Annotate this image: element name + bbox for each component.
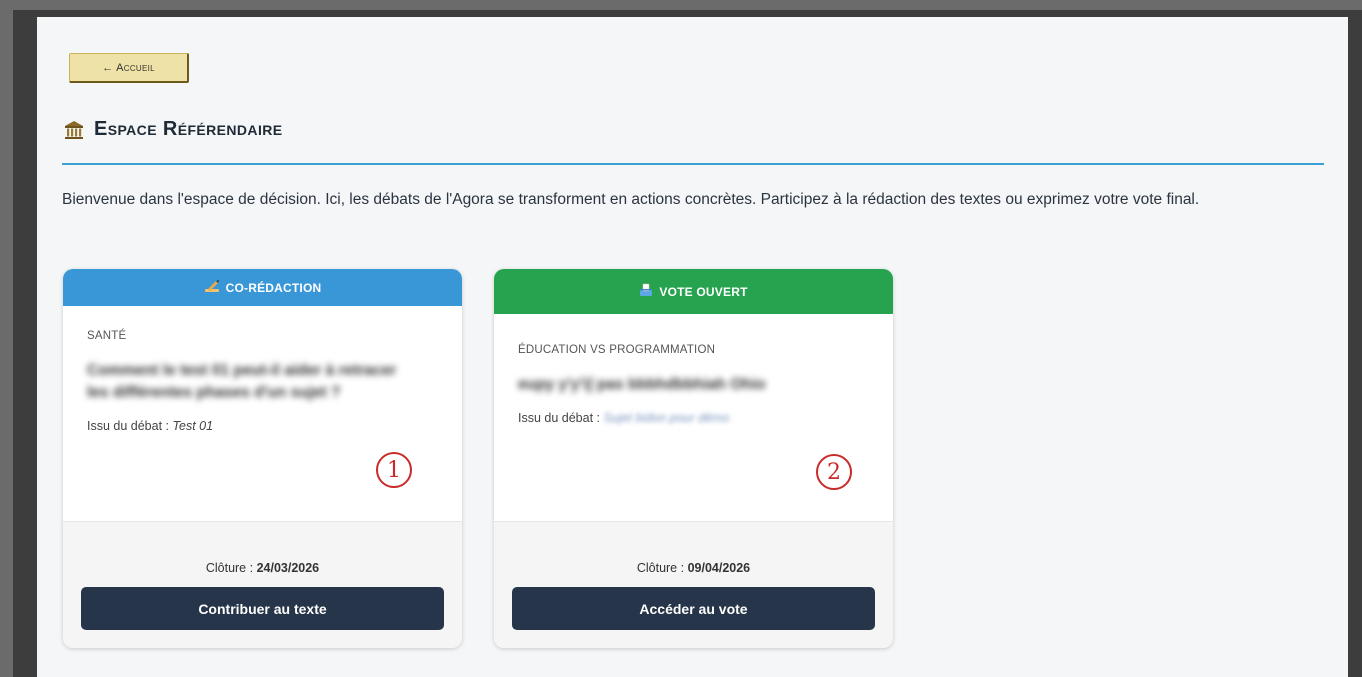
closing-date-value: 24/03/2026 [256,561,320,575]
intro-text: Bienvenue dans l'espace de décision. Ici… [62,191,1200,208]
card-category: ÉDUCATION VS PROGRAMMATION [518,344,716,356]
card-body: SANTÉ Comment le test 01 peut-il aider à… [63,306,462,521]
referendum-card: CO-RÉDACTION SANTÉ Comment le test 01 pe… [63,269,462,648]
classical-building-icon [64,120,84,140]
writing-hand-icon [204,279,220,296]
origin-debate-name: Sujet bidon pour démo [603,411,730,425]
card-status-label: CO-RÉDACTION [225,280,322,295]
closing-label: Clôture : [636,561,685,575]
closing-date: Clôture : 09/04/2026 [494,561,893,575]
card-footer: Clôture : 09/04/2026 Accéder au vote [494,521,893,648]
card-origin: Issu du débat : Test 01 [87,419,438,433]
origin-debate-name: Test 01 [172,419,214,433]
title-divider [62,163,1324,165]
number-badge: 2 [816,454,852,490]
card-status-label: VOTE OUVERT [659,284,748,299]
card-footer: Clôture : 24/03/2026 Contribuer au texte [63,521,462,648]
card-subject: Comment le test 01 peut-il aider à retra… [87,362,397,401]
card-subject: eupy y'y'iʃ pas bbbhdbbhiah Ohio [518,376,766,393]
card-origin: Issu du débat : Sujet bidon pour démo [518,411,869,425]
vote-button[interactable]: Accéder au vote [512,587,875,630]
closing-label: Clôture : [205,561,254,575]
page-content: ← Accueil Espace Référendaire Bienvenue … [37,17,1348,677]
page-title-row: Espace Référendaire [64,118,282,141]
origin-label: Issu du débat : [87,419,170,433]
page-title: Espace Référendaire [94,118,283,140]
card-status-header: CO-RÉDACTION [63,269,462,306]
contribute-button[interactable]: Contribuer au texte [81,587,444,630]
back-to-home-button[interactable]: ← Accueil [69,53,189,83]
number-badge: 1 [376,452,412,488]
closing-date: Clôture : 24/03/2026 [63,561,462,575]
card-status-header: VOTE OUVERT [494,269,893,314]
closing-date-value: 09/04/2026 [687,561,751,575]
ballot-box-icon [639,283,653,300]
card-body: ÉDUCATION VS PROGRAMMATION eupy y'y'iʃ p… [494,314,893,521]
referendum-card: VOTE OUVERT ÉDUCATION VS PROGRAMMATION e… [494,269,893,648]
origin-label: Issu du débat : [518,411,601,425]
card-category: SANTÉ [87,330,127,342]
